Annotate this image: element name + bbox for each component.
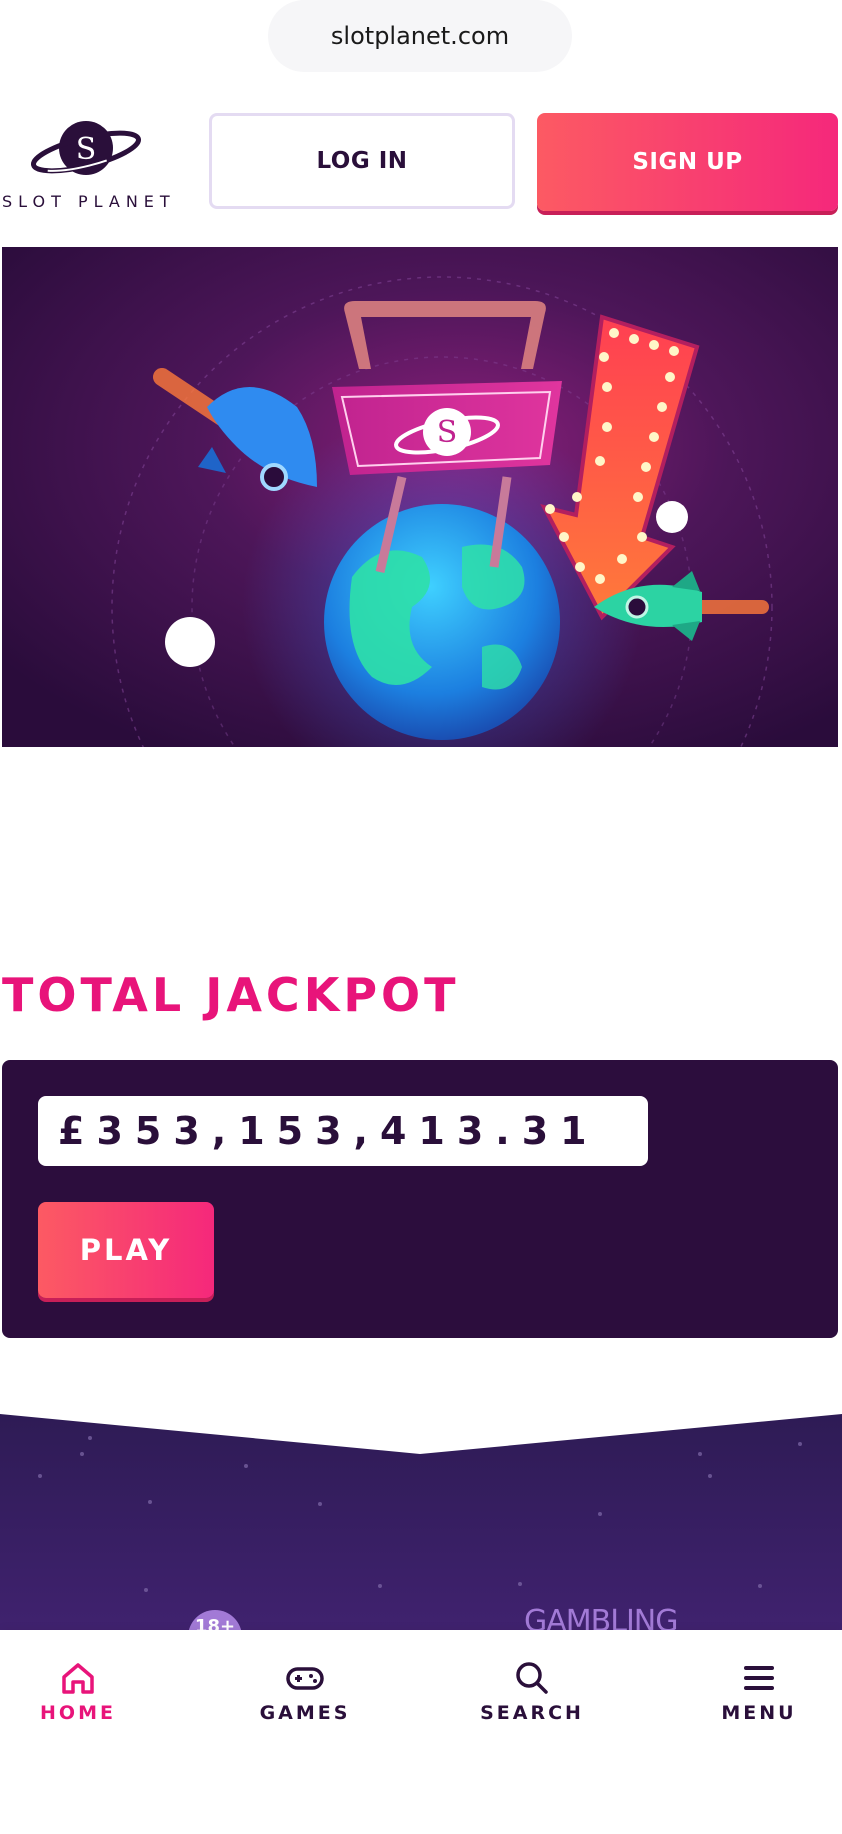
nav-menu-label: MENU [721, 1702, 797, 1724]
nav-menu[interactable]: MENU [669, 1660, 842, 1740]
url-bar[interactable]: slotplanet.com [268, 0, 572, 72]
logo-wordmark: SLOT PLANET [2, 192, 176, 211]
space-illustration: S [2, 247, 838, 747]
svg-text:S: S [76, 132, 97, 167]
planet-logo-icon: S [30, 121, 142, 175]
nav-home[interactable]: HOME [0, 1660, 168, 1740]
nav-search-label: SEARCH [480, 1702, 584, 1724]
nav-games-label: GAMES [259, 1702, 351, 1724]
gamepad-icon [286, 1667, 324, 1690]
starfield-background [0, 1414, 842, 1634]
footer-band [0, 1414, 842, 1634]
jackpot-title: TOTAL JACKPOT [2, 968, 460, 1022]
nav-home-label: HOME [40, 1702, 116, 1724]
bottom-nav: HOME GAMES SEARCH MENU [0, 1630, 842, 1834]
hero-banner[interactable]: S [2, 247, 838, 747]
search-icon [516, 1662, 548, 1694]
login-button[interactable]: LOG IN [209, 113, 515, 209]
menu-icon [744, 1666, 774, 1690]
jackpot-amount: £353,153,413.31 [38, 1096, 648, 1166]
jackpot-panel: £353,153,413.31 PLAY [2, 1060, 838, 1338]
signup-button[interactable]: SIGN UP [537, 113, 838, 211]
nav-games[interactable]: GAMES [215, 1660, 395, 1740]
url-text: slotplanet.com [330, 22, 510, 50]
home-icon [62, 1663, 94, 1694]
play-button[interactable]: PLAY [38, 1202, 214, 1298]
nav-search[interactable]: SEARCH [442, 1660, 622, 1740]
svg-text:S: S [437, 415, 458, 450]
